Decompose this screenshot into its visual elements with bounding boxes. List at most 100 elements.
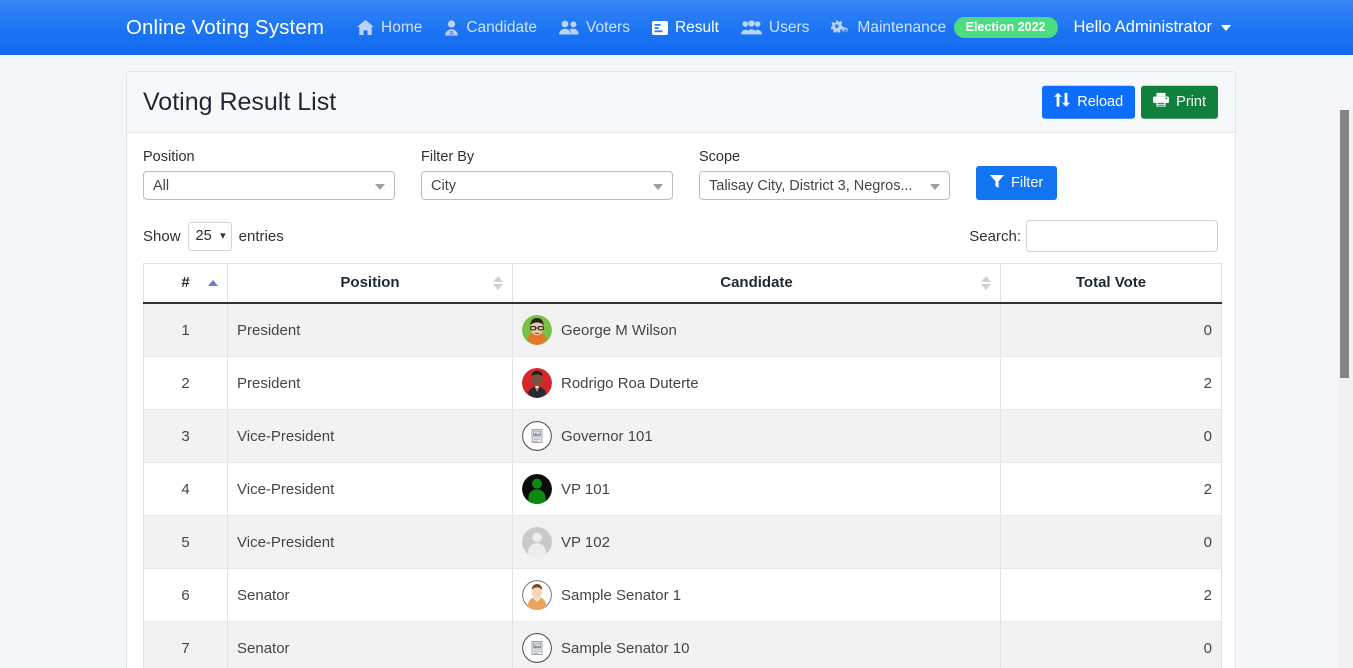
table-row[interactable]: 3 Vice-President Governor 101 0 bbox=[143, 409, 1222, 464]
cell-position: Vice-President bbox=[227, 515, 513, 570]
entries-length-select[interactable]: 25 ▾ bbox=[187, 221, 232, 251]
filterby-filter-group: Filter By City bbox=[421, 149, 673, 201]
column-label: Position bbox=[340, 274, 400, 292]
scrollbar-thumb[interactable] bbox=[1340, 110, 1349, 378]
nav-item-label: Candidate bbox=[466, 18, 538, 36]
reload-label: Reload bbox=[1077, 93, 1124, 110]
election-badge: Election 2022 bbox=[953, 16, 1058, 39]
cell-candidate: Governor 101 bbox=[512, 409, 1001, 464]
voting-result-card: Voting Result List Reload Print Position… bbox=[126, 71, 1236, 668]
cell-number: 1 bbox=[143, 303, 228, 358]
cell-position: Vice-President bbox=[227, 409, 513, 464]
cell-number: 3 bbox=[143, 409, 228, 464]
scope-label: Scope bbox=[699, 149, 741, 165]
scope-filter-group: Scope Talisay City, District 3, Negros..… bbox=[699, 149, 950, 201]
column-label: # bbox=[181, 274, 190, 292]
reload-button[interactable]: Reload bbox=[1042, 85, 1136, 119]
cell-position: President bbox=[227, 303, 513, 358]
column-header-position[interactable]: Position bbox=[227, 263, 513, 305]
filter-button[interactable]: Filter bbox=[976, 165, 1058, 201]
candidate-name: VP 101 bbox=[561, 480, 610, 498]
reload-icon bbox=[1054, 92, 1071, 111]
column-label: Candidate bbox=[720, 274, 793, 292]
filterby-select-value: City bbox=[431, 177, 456, 194]
chevron-down-icon: ▾ bbox=[220, 230, 226, 243]
avatar bbox=[522, 315, 552, 346]
avatar bbox=[522, 368, 552, 399]
sort-neutral-icon bbox=[493, 276, 503, 291]
filter-label: Filter bbox=[1011, 174, 1044, 191]
page-title: Voting Result List bbox=[143, 87, 337, 116]
voting-result-table: # Position Candidate Total Vote 1 Presid… bbox=[143, 263, 1222, 668]
vertical-scrollbar[interactable] bbox=[1338, 110, 1353, 668]
header-buttons: Reload Print bbox=[1042, 85, 1218, 119]
gears-icon bbox=[831, 19, 850, 36]
candidate-name: Rodrigo Roa Duterte bbox=[561, 374, 699, 392]
filter-row: Position All Filter By City Scope Talisa… bbox=[143, 149, 1218, 201]
nav-item-candidate[interactable]: Candidate bbox=[433, 13, 548, 43]
cell-total-vote: 2 bbox=[1000, 356, 1222, 411]
printer-icon bbox=[1153, 92, 1170, 111]
print-label: Print bbox=[1176, 93, 1206, 110]
column-header-candidate[interactable]: Candidate bbox=[512, 263, 1001, 305]
nav-item-label: Home bbox=[381, 18, 423, 36]
cell-candidate: Rodrigo Roa Duterte bbox=[512, 356, 1001, 411]
show-suffix-label: entries bbox=[238, 227, 284, 245]
chevron-down-icon bbox=[1221, 24, 1231, 31]
avatar bbox=[522, 633, 552, 664]
table-row[interactable]: 7 Senator Sample Senator 10 0 bbox=[143, 621, 1222, 668]
search-input[interactable] bbox=[1026, 220, 1218, 253]
top-navbar: Online Voting System Home Candidate Vote… bbox=[0, 0, 1353, 55]
sort-ascending-icon bbox=[208, 280, 218, 287]
table-row[interactable]: 2 President Rodrigo Roa Duterte 2 bbox=[143, 356, 1222, 411]
candidate-cell: VP 101 bbox=[522, 474, 991, 505]
nav-item-home[interactable]: Home bbox=[346, 13, 433, 43]
users-icon bbox=[559, 20, 579, 35]
nav-items: Home Candidate Voters Result Users Maint… bbox=[346, 13, 957, 43]
cell-total-vote: 2 bbox=[1000, 462, 1222, 517]
funnel-icon bbox=[990, 174, 1004, 192]
nav-item-result[interactable]: Result bbox=[641, 13, 730, 43]
candidate-name: Sample Senator 1 bbox=[561, 586, 682, 604]
candidate-cell: George M Wilson bbox=[522, 315, 991, 346]
cell-position: Vice-President bbox=[227, 462, 513, 517]
filterby-label: Filter By bbox=[421, 149, 475, 165]
scope-select[interactable]: Talisay City, District 3, Negros... bbox=[699, 171, 950, 201]
table-row[interactable]: 5 Vice-President VP 102 0 bbox=[143, 515, 1222, 570]
card-body: Position All Filter By City Scope Talisa… bbox=[127, 133, 1235, 668]
filterby-select[interactable]: City bbox=[421, 171, 673, 201]
app-brand[interactable]: Online Voting System bbox=[126, 16, 324, 40]
position-filter-group: Position All bbox=[143, 149, 395, 201]
table-row[interactable]: 6 Senator Sample Senator 1 2 bbox=[143, 568, 1222, 623]
column-header-number[interactable]: # bbox=[143, 263, 228, 305]
table-body: 1 President George M Wilson 0 2 President Rodr… bbox=[143, 303, 1222, 668]
avatar bbox=[522, 421, 552, 452]
position-select-value: All bbox=[153, 177, 170, 194]
column-header-total-vote[interactable]: Total Vote bbox=[1000, 263, 1222, 305]
table-row[interactable]: 4 Vice-President VP 101 2 bbox=[143, 462, 1222, 517]
cell-candidate: George M Wilson bbox=[512, 303, 1001, 358]
cell-candidate: Sample Senator 10 bbox=[512, 621, 1001, 668]
candidate-cell: VP 102 bbox=[522, 527, 991, 558]
user-tie-icon bbox=[444, 19, 459, 36]
nav-item-label: Result bbox=[674, 18, 719, 36]
cell-candidate: VP 101 bbox=[512, 462, 1001, 517]
home-icon bbox=[357, 20, 374, 35]
position-select[interactable]: All bbox=[143, 171, 395, 201]
entries-value: 25 bbox=[195, 228, 212, 245]
table-row[interactable]: 1 President George M Wilson 0 bbox=[143, 303, 1222, 358]
nav-item-voters[interactable]: Voters bbox=[548, 13, 641, 43]
card-header: Voting Result List Reload Print bbox=[127, 72, 1235, 133]
cell-position: Senator bbox=[227, 621, 513, 668]
user-menu[interactable]: Hello Administrator bbox=[1074, 18, 1231, 37]
user-group-icon bbox=[740, 20, 762, 35]
show-prefix-label: Show bbox=[143, 227, 181, 245]
cell-total-vote: 0 bbox=[1000, 621, 1222, 668]
nav-item-maintenance[interactable]: Maintenance bbox=[820, 13, 957, 43]
candidate-name: George M Wilson bbox=[561, 321, 677, 339]
table-tools-row: Show 25 ▾ entries Search: bbox=[143, 220, 1218, 253]
avatar bbox=[522, 527, 552, 558]
print-button[interactable]: Print bbox=[1141, 85, 1218, 119]
nav-item-users[interactable]: Users bbox=[730, 13, 820, 43]
table-header-row: # Position Candidate Total Vote bbox=[143, 263, 1222, 305]
